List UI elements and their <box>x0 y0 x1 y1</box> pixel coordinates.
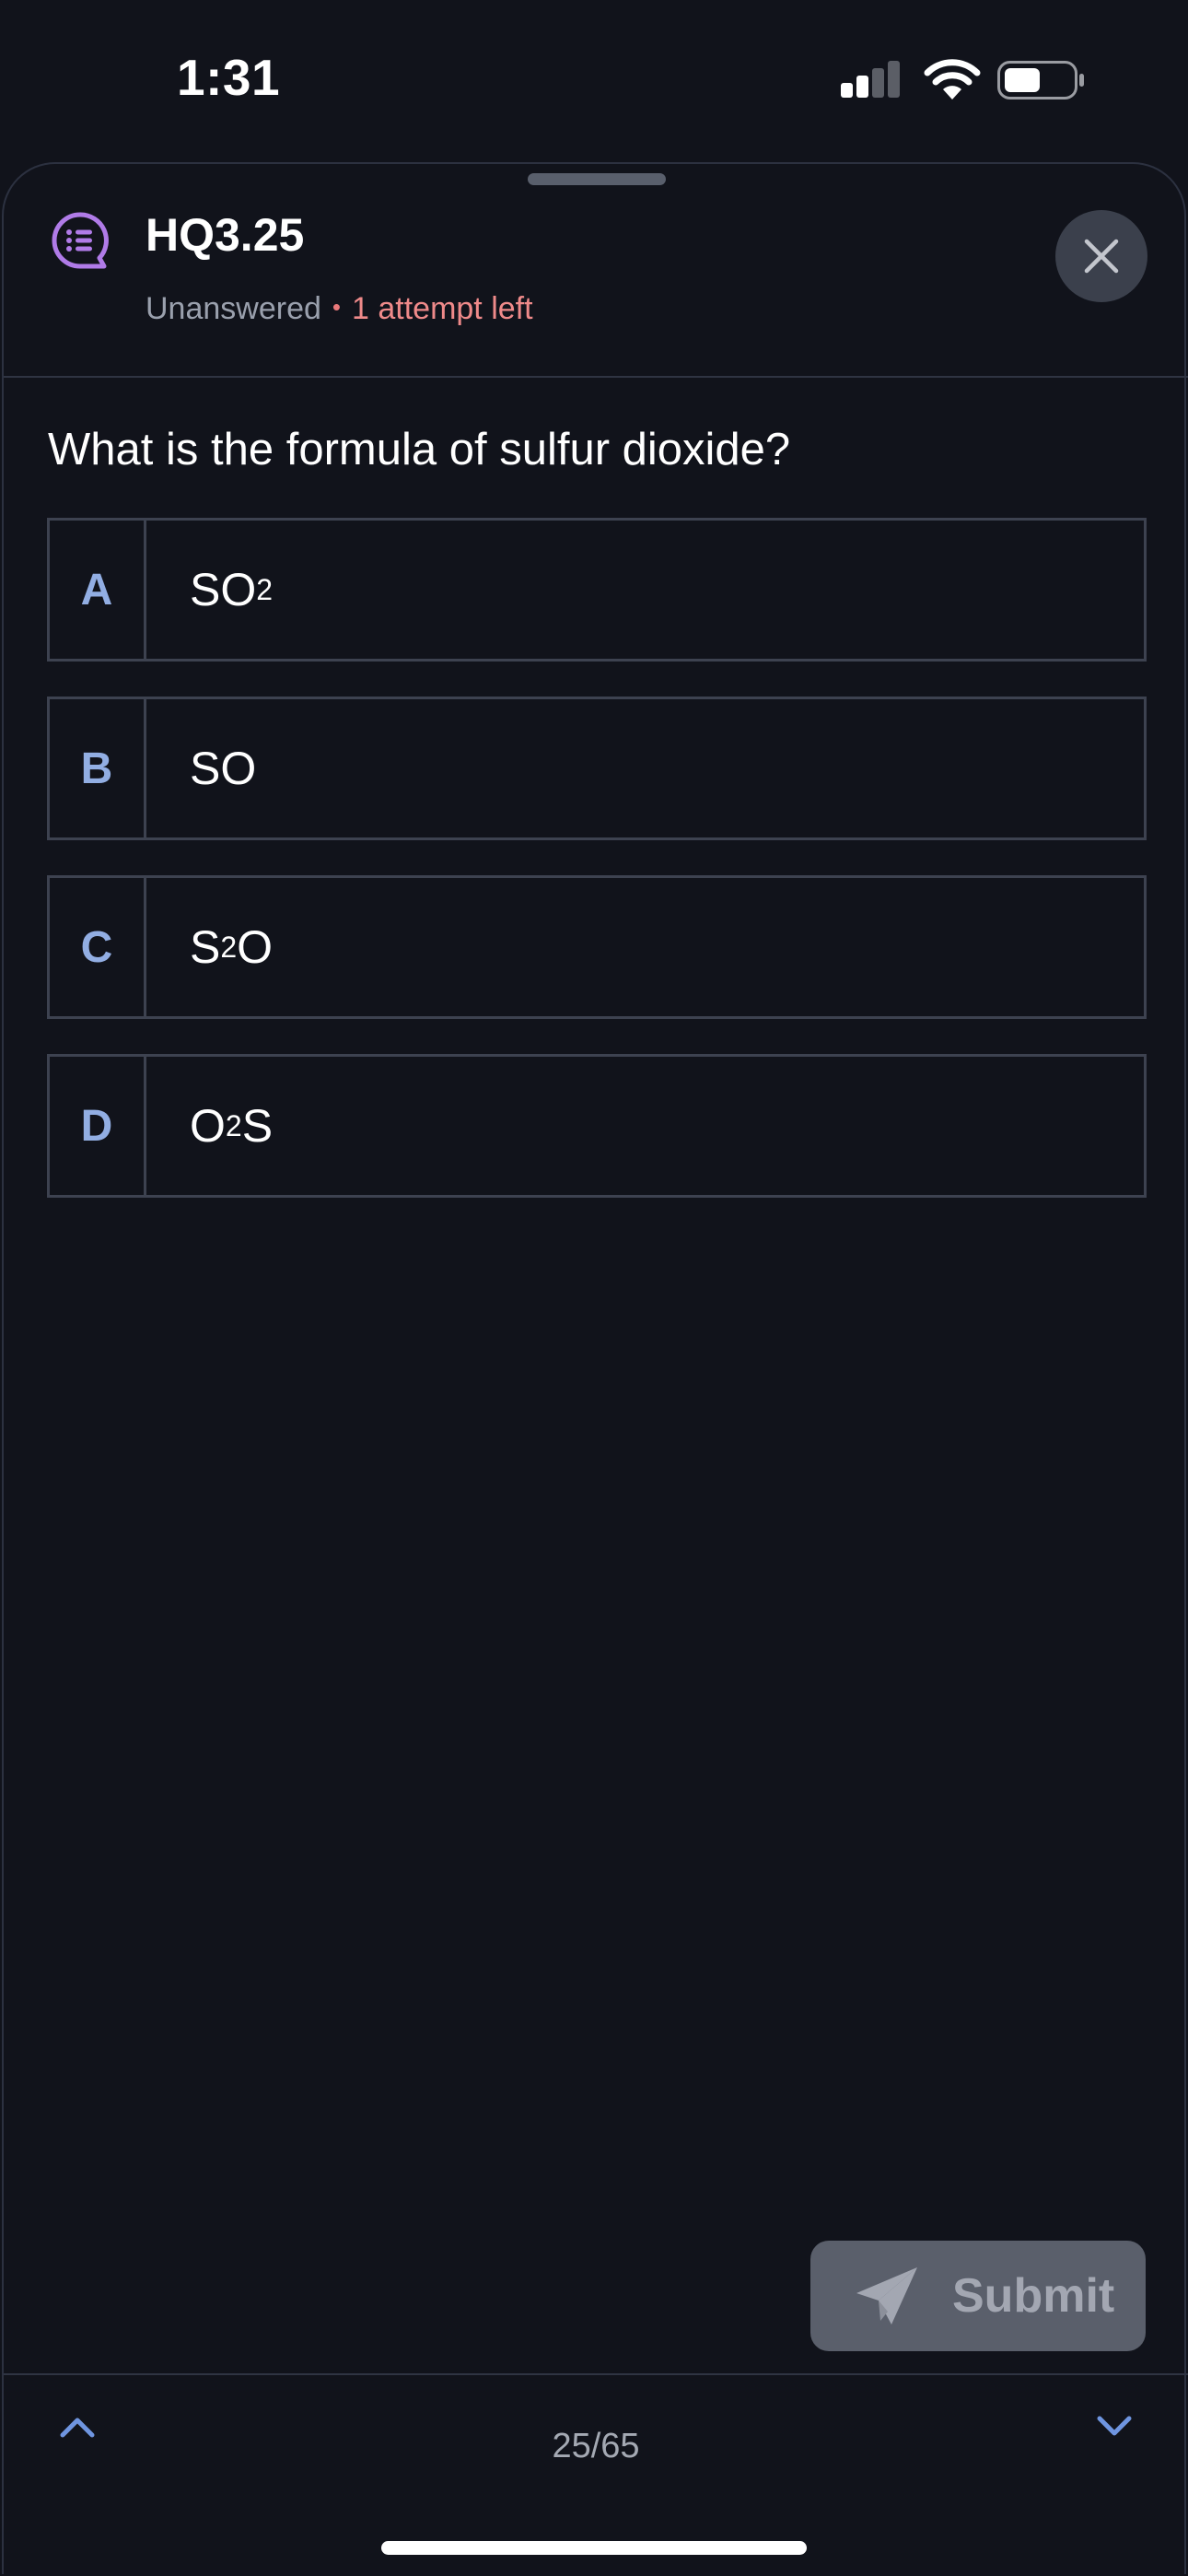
home-indicator[interactable] <box>381 2541 807 2555</box>
close-button[interactable] <box>1055 210 1147 302</box>
status-time: 1:31 <box>177 49 281 106</box>
footer-divider <box>4 2373 1188 2375</box>
answer-options: A SO 2 B SO C S2O D O2S <box>47 518 1147 1233</box>
submit-label: Submit <box>952 2269 1115 2323</box>
answer-status: Unanswered <box>146 291 321 326</box>
status-separator: • <box>332 293 341 321</box>
status-bar: 1:31 <box>0 0 1188 157</box>
option-label: SO 2 <box>190 564 274 615</box>
option-letter: B <box>50 699 146 837</box>
question-text: What is the formula of sulfur dioxide? <box>48 425 791 474</box>
wifi-icon <box>924 59 981 100</box>
cellular-signal-icon <box>841 61 902 98</box>
screen: 1:31 HQ3.25 Unanswered • 1 attempt left … <box>0 0 1188 2576</box>
option-label: SO <box>190 743 257 794</box>
question-sheet: HQ3.25 Unanswered • 1 attempt left What is… <box>2 162 1188 2574</box>
option-letter: A <box>50 521 146 659</box>
paper-plane-icon <box>856 2267 917 2324</box>
option-a[interactable]: A SO 2 <box>47 518 1147 662</box>
question-counter: 25/65 <box>552 2427 640 2465</box>
quiz-list-icon <box>52 212 109 269</box>
sheet-grabber[interactable] <box>528 173 666 185</box>
attempts-remaining: 1 attempt left <box>352 291 533 326</box>
option-d[interactable]: D O2S <box>47 1054 1147 1198</box>
submit-button[interactable]: Submit <box>810 2241 1146 2351</box>
option-c[interactable]: C S2O <box>47 875 1147 1019</box>
option-label: O2S <box>190 1100 274 1152</box>
question-title: HQ3.25 <box>146 209 305 261</box>
question-status-line: Unanswered • 1 attempt left <box>146 291 533 327</box>
option-letter: C <box>50 878 146 1016</box>
header-divider <box>4 376 1188 378</box>
option-letter: D <box>50 1057 146 1195</box>
option-label: S2O <box>190 921 274 973</box>
option-b[interactable]: B SO <box>47 697 1147 840</box>
next-question-button[interactable] <box>1087 2399 1142 2454</box>
close-icon <box>1084 239 1119 274</box>
battery-icon <box>997 61 1084 100</box>
chevron-down-icon <box>1097 2416 1132 2436</box>
